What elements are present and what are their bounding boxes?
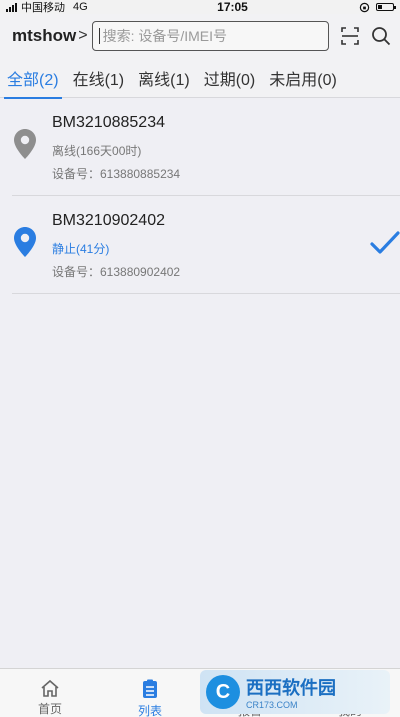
watermark-badge: C 西西软件园 CR173.COM [200, 670, 390, 714]
header: mtshow > 搜索: 设备号/IMEI号 [0, 14, 400, 58]
carrier-name: 中国移动 [21, 2, 65, 14]
network-type: 4G [73, 1, 88, 13]
status-left: 中国移动 4G [6, 0, 156, 15]
watermark-main: 西西软件园 [246, 678, 336, 698]
clock: 17:05 [217, 0, 248, 14]
chevron-right-icon: > [78, 27, 88, 44]
watermark-sub: CR173.COM [246, 700, 298, 710]
filter-tabs: 全部(2) 在线(1) 离线(1) 过期(0) 未启用(0) [0, 58, 400, 99]
watermark-text: 西西软件园 CR173.COM [246, 674, 336, 710]
nav-list-label: 列表 [137, 704, 162, 717]
device-name: BM3210902402 [52, 212, 165, 229]
location-pin-icon [14, 129, 36, 159]
nav-list[interactable]: 列表 [100, 669, 200, 717]
search-icon[interactable] [371, 25, 392, 47]
location-pin-icon [14, 227, 36, 257]
scan-icon[interactable] [339, 25, 360, 47]
list-icon [139, 679, 161, 699]
text-cursor [98, 28, 100, 44]
status-bar: 中国移动 4G 17:05 [0, 0, 400, 14]
nav-home[interactable]: 首页 [0, 669, 100, 717]
nav-home-label: 首页 [37, 702, 62, 716]
checkmark-icon [370, 231, 400, 254]
device-number: 设备号：613880902402 [52, 265, 181, 279]
home-icon [39, 679, 61, 697]
device-row[interactable]: BM3210902402 静止(41分) 设备号：613880902402 [12, 196, 400, 294]
device-number: 设备号：613880885234 [52, 167, 181, 181]
search-input[interactable]: 搜索: 设备号/IMEI号 [91, 21, 330, 51]
watermark-logo-icon: C [206, 675, 240, 709]
signal-icon [6, 2, 17, 12]
tab-offline[interactable]: 离线(1) [131, 58, 197, 98]
device-name: BM3210885234 [52, 114, 165, 131]
tab-online[interactable]: 在线(1) [66, 58, 132, 98]
battery-icon [376, 3, 396, 11]
device-status: 静止(41分) [52, 242, 110, 256]
account-switcher[interactable]: mtshow > [12, 26, 88, 46]
device-row[interactable]: BM3210885234 离线(166天00时) 设备号：61388088523… [12, 98, 400, 196]
tab-expired[interactable]: 过期(0) [197, 58, 263, 98]
rotation-lock-icon [359, 2, 370, 12]
device-status: 离线(166天00时) [52, 144, 142, 158]
tab-inactive[interactable]: 未启用(0) [262, 58, 344, 98]
status-right [359, 2, 396, 13]
account-name: mtshow [12, 26, 77, 45]
tab-all[interactable]: 全部(2) [0, 58, 66, 99]
search-placeholder: 搜索: 设备号/IMEI号 [102, 28, 228, 44]
device-list: BM3210885234 离线(166天00时) 设备号：61388088523… [0, 98, 400, 294]
